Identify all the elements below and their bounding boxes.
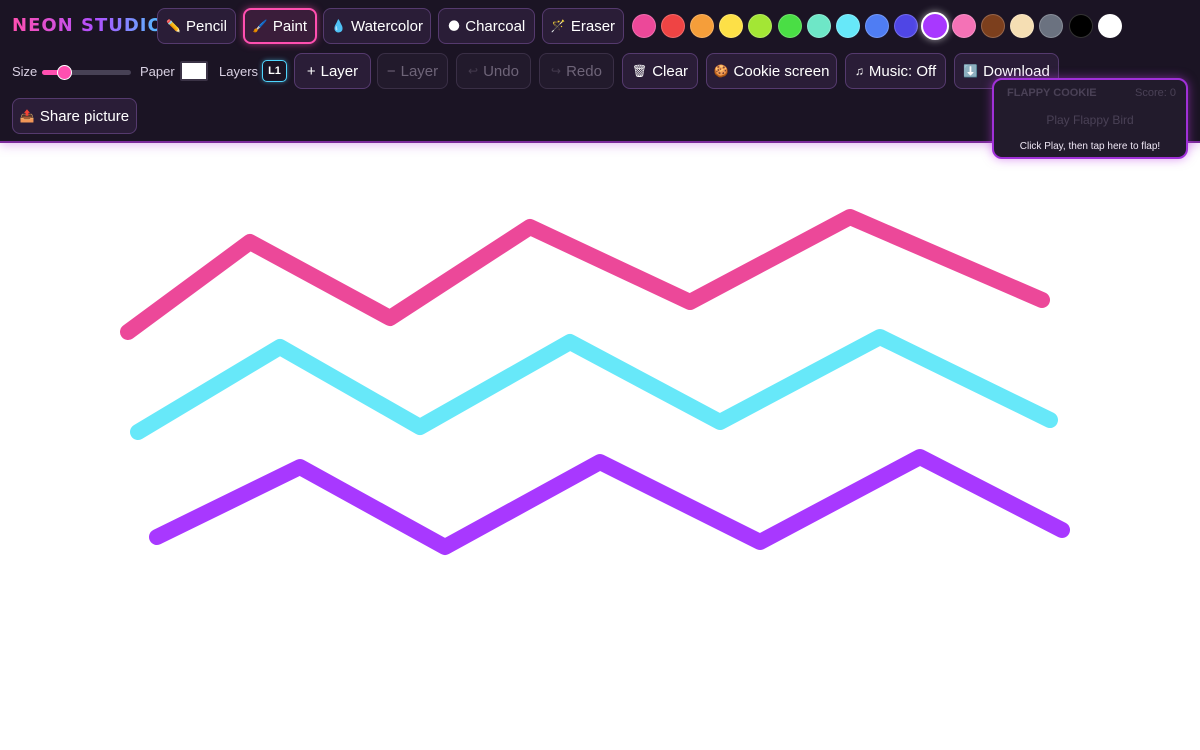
color-swatch[interactable] [719, 14, 744, 38]
music-label: Music: Off [868, 62, 937, 80]
paint-stroke-pink [120, 209, 1050, 340]
flappy-cookie-panel: FLAPPY COOKIE Score: 0 Play Flappy Bird … [992, 78, 1188, 159]
music-toggle-button[interactable]: ♫ Music: Off [845, 53, 946, 89]
tool-label: Pencil [186, 17, 227, 35]
color-swatch[interactable] [921, 12, 949, 40]
download-label: Download [983, 62, 1050, 80]
game-score: Score: 0 [1135, 87, 1176, 99]
undo-button[interactable]: ↩ Undo [456, 53, 531, 89]
undo-label: Undo [483, 62, 519, 80]
color-swatch[interactable] [690, 14, 715, 38]
color-swatch[interactable] [1068, 14, 1093, 38]
current-layer-badge[interactable]: L1 [262, 60, 287, 82]
cookie-screen-label: Cookie screen [733, 62, 830, 80]
redo-icon: ↪ [551, 64, 562, 78]
tool-label: Eraser [570, 17, 616, 35]
pencil-icon: ✏️ [166, 19, 182, 33]
color-swatch[interactable] [1097, 14, 1122, 38]
undo-icon: ↩ [468, 64, 479, 78]
add-layer-button[interactable]: + Layer [294, 53, 371, 89]
cookie-icon: 🍪 [713, 64, 729, 78]
paint-stroke-cyan [130, 329, 1058, 440]
color-swatch[interactable] [835, 14, 860, 38]
play-game-button[interactable]: Play Flappy Bird [994, 113, 1186, 127]
paintbrush-icon: 🖌️ [252, 19, 268, 33]
clear-label: Clear [652, 62, 689, 80]
tool-charcoal-button[interactable]: 🌑 Charcoal [438, 8, 535, 44]
clear-button[interactable]: 🗑 Clear [622, 53, 698, 89]
tool-eraser-button[interactable]: 🪄 Eraser [542, 8, 624, 44]
color-swatch[interactable] [952, 14, 977, 38]
remove-layer-button[interactable]: − Layer [377, 53, 448, 89]
droplet-icon: 💧 [331, 19, 346, 33]
plus-icon: + [306, 62, 316, 80]
tool-label: Charcoal [465, 17, 526, 35]
remove-layer-label: Layer [400, 62, 439, 80]
color-swatch[interactable] [1010, 14, 1035, 38]
color-swatch[interactable] [1039, 14, 1064, 38]
paper-color-swatch[interactable] [180, 61, 208, 81]
color-swatch[interactable] [806, 14, 831, 38]
color-swatch[interactable] [864, 14, 889, 38]
game-title: FLAPPY COOKIE [1007, 87, 1097, 99]
color-swatch[interactable] [632, 14, 656, 38]
game-hint[interactable]: Click Play, then tap here to flap! [994, 141, 1186, 152]
app-brand: NEON STUDIO [12, 15, 164, 36]
slider-thumb[interactable] [57, 65, 73, 80]
eraser-wand-icon: 🪄 [550, 19, 566, 33]
layers-label: Layers [219, 64, 259, 79]
color-swatch[interactable] [777, 14, 802, 38]
canvas-surface[interactable] [0, 145, 1200, 750]
tool-label: Paint [272, 17, 308, 35]
color-swatch[interactable] [661, 14, 686, 38]
download-icon: ⬇️ [963, 64, 979, 78]
color-swatch[interactable] [893, 14, 918, 38]
share-picture-button[interactable]: 📤 Share picture [12, 98, 137, 134]
color-swatch[interactable] [981, 14, 1006, 38]
music-note-icon: ♫ [854, 64, 864, 78]
drawing-canvas[interactable] [0, 145, 1200, 750]
tool-paint-button[interactable]: 🖌️ Paint [243, 8, 317, 44]
charcoal-icon: 🌑 [447, 19, 461, 33]
redo-button[interactable]: ↪ Redo [539, 53, 614, 89]
paper-label: Paper [140, 64, 175, 79]
tool-pencil-button[interactable]: ✏️ Pencil [157, 8, 236, 44]
size-label: Size [12, 64, 38, 79]
share-label: Share picture [39, 107, 130, 125]
share-icon: 📤 [19, 109, 35, 123]
trash-icon: 🗑 [631, 64, 648, 78]
redo-label: Redo [566, 62, 602, 80]
minus-icon: − [386, 62, 396, 80]
cookie-screen-button[interactable]: 🍪 Cookie screen [706, 53, 837, 89]
brush-size-slider[interactable] [42, 65, 131, 80]
color-swatch[interactable] [748, 14, 773, 38]
tool-watercolor-button[interactable]: 💧 Watercolor [323, 8, 431, 44]
tool-label: Watercolor [350, 17, 423, 35]
paint-stroke-purple [149, 449, 1070, 555]
add-layer-label: Layer [320, 62, 359, 80]
